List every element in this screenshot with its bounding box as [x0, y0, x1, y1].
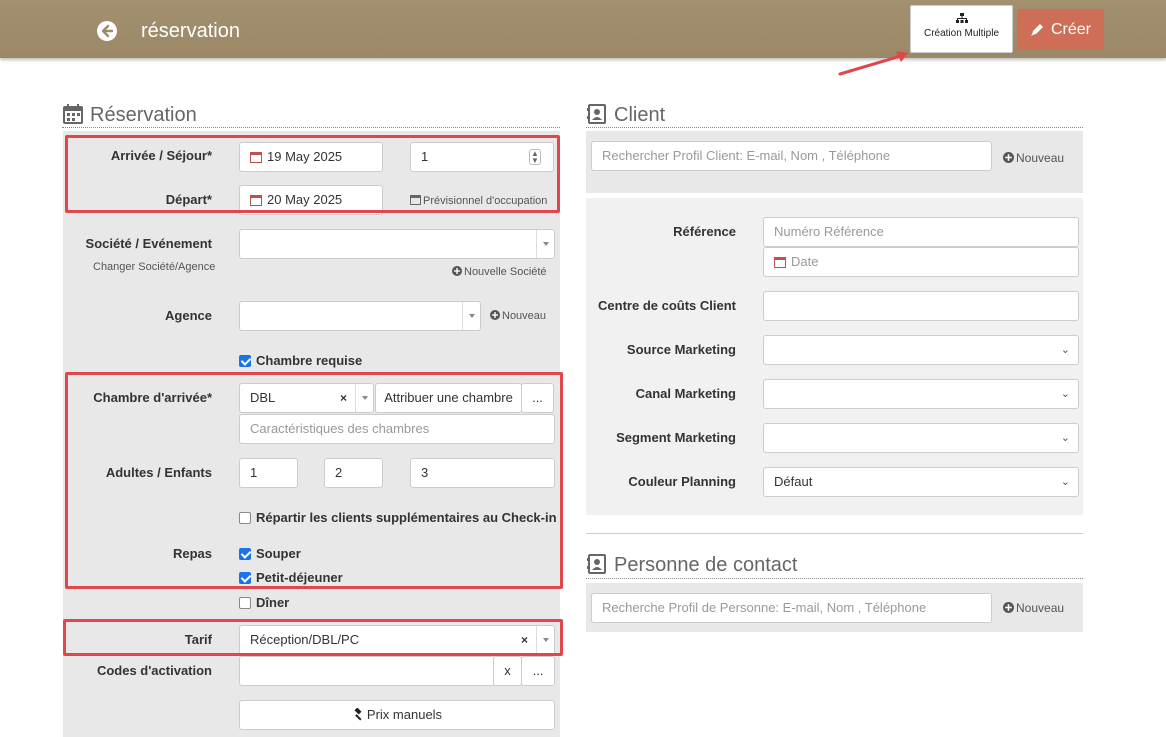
agency-new-label: Nouveau [502, 310, 547, 322]
reference-input[interactable]: Numéro Référence [763, 217, 1079, 247]
top-bar: réservation Création Multiple Créer [0, 0, 1166, 58]
planning-color-label: Couleur Planning [628, 474, 736, 489]
contact-new-label: Nouveau [1016, 601, 1065, 615]
date-placeholder: Date [791, 254, 819, 269]
chevron-down-icon: ⌄ [1060, 344, 1070, 356]
room-required-checkbox[interactable]: Chambre requise [239, 353, 362, 368]
client-new-link[interactable]: Nouveau [1003, 151, 1064, 165]
agency-select[interactable] [239, 301, 481, 331]
calendar-icon [774, 257, 786, 268]
marketing-source-select[interactable]: ⌄ [763, 335, 1079, 365]
create-label: Créer [1051, 21, 1092, 38]
contact-card-icon [587, 104, 606, 124]
planning-color-select[interactable]: Défaut ⌄ [763, 467, 1079, 497]
contact-card-icon [587, 554, 606, 574]
chevron-down-icon: ⌄ [1060, 476, 1070, 488]
chevron-down-icon: ⌄ [1060, 388, 1070, 400]
marketing-segment-label: Segment Marketing [616, 430, 736, 445]
client-title-text: Client [614, 104, 666, 126]
company-label: Société / Evénement [85, 236, 212, 251]
reservation-title-text: Réservation [90, 104, 197, 126]
change-company-link[interactable]: Changer Société/Agence [93, 261, 215, 273]
new-company-label: Nouvelle Société [464, 266, 547, 278]
manual-prices-button[interactable]: Prix manuels [239, 700, 555, 730]
create-button[interactable]: Créer [1017, 9, 1104, 50]
chevron-down-icon: ⌄ [1060, 432, 1070, 444]
divider [62, 127, 560, 128]
plus-circle-icon [490, 310, 500, 320]
activation-more-button[interactable]: ... [521, 656, 555, 686]
section-separator [586, 533, 1083, 534]
marketing-channel-label: Canal Marketing [635, 386, 736, 401]
client-search-input[interactable]: Rechercher Profil Client: E-mail, Nom , … [591, 141, 992, 171]
dinner-label: Dîner [256, 595, 290, 610]
checkbox-empty-icon[interactable] [239, 597, 251, 609]
multiple-creation-label: Création Multiple [923, 28, 1000, 39]
plus-circle-icon [1003, 152, 1014, 163]
cost-center-label: Centre de coûts Client [598, 298, 736, 313]
plus-circle-icon [452, 266, 462, 276]
agency-label: Agence [165, 308, 212, 323]
reservation-section-title: Réservation [62, 103, 282, 129]
reference-date-input[interactable]: Date [763, 247, 1079, 277]
checkbox-checked-icon[interactable] [239, 355, 251, 367]
contact-section-title: Personne de contact [587, 553, 887, 579]
pencil-icon [1031, 24, 1043, 36]
new-company-link[interactable]: Nouvelle Société [452, 266, 547, 278]
activation-clear-button[interactable]: x [493, 656, 522, 686]
chevron-down-icon [536, 230, 554, 258]
manual-prices-label: Prix manuels [366, 707, 443, 722]
planning-color-value: Défaut [774, 474, 813, 489]
divider [586, 127, 1083, 128]
dinner-checkbox[interactable]: Dîner [239, 595, 289, 610]
highlight-box-dates [65, 135, 560, 213]
multiple-creation-button[interactable]: Création Multiple [910, 5, 1013, 53]
page-title: réservation [141, 20, 240, 42]
chevron-down-icon [462, 302, 480, 330]
contact-new-link[interactable]: Nouveau [1003, 601, 1064, 615]
marketing-channel-select[interactable]: ⌄ [763, 379, 1079, 409]
plus-circle-icon [1003, 602, 1014, 613]
agency-new-link[interactable]: Nouveau [490, 310, 546, 322]
marketing-segment-select[interactable]: ⌄ [763, 423, 1079, 453]
highlight-box-rate [63, 619, 563, 656]
annotation-arrow [838, 51, 908, 76]
contact-search-input[interactable]: Recherche Profil de Personne: E-mail, No… [591, 593, 992, 623]
client-new-label: Nouveau [1016, 151, 1065, 165]
reference-label: Référence [673, 224, 736, 239]
company-select[interactable] [239, 229, 555, 259]
client-section-title: Client [587, 103, 787, 129]
sitemap-icon [955, 13, 968, 23]
calendar-icon [63, 104, 83, 124]
highlight-box-room [65, 372, 563, 589]
divider [586, 578, 1083, 579]
gavel-icon [354, 707, 362, 721]
room-required-label: Chambre requise [256, 353, 363, 368]
back-arrow-icon[interactable] [96, 20, 118, 42]
contact-title-text: Personne de contact [614, 554, 798, 576]
marketing-source-label: Source Marketing [626, 342, 736, 357]
activation-codes-input[interactable] [239, 656, 495, 686]
activation-codes-label: Codes d'activation [96, 663, 212, 678]
cost-center-input[interactable] [763, 291, 1079, 321]
